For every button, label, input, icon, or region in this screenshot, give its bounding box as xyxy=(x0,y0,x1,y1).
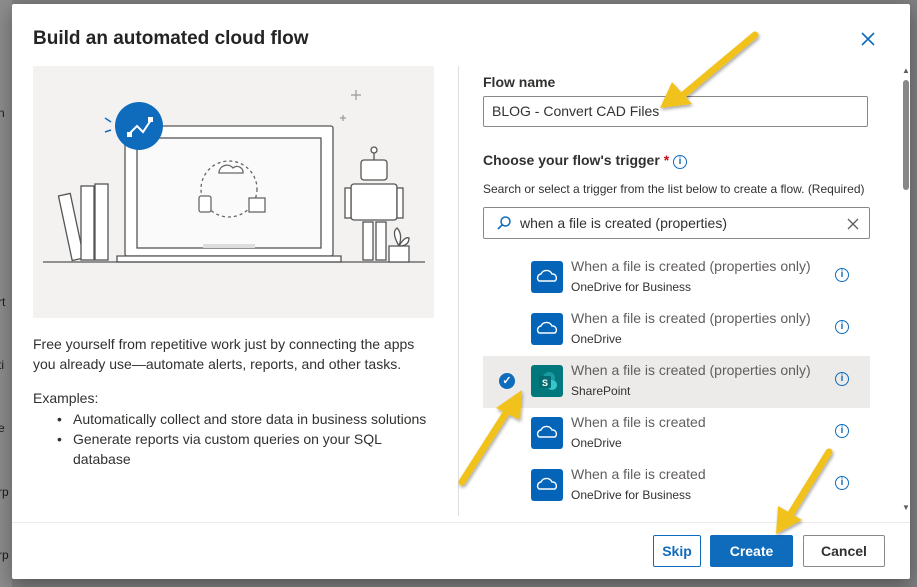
background-edge: n rt ti e rp rp xyxy=(0,0,12,587)
footer-divider xyxy=(12,522,910,523)
trigger-connector: OneDrive for Business xyxy=(571,280,692,294)
background-fragment: n xyxy=(0,106,5,120)
svg-text:S: S xyxy=(542,378,548,388)
scroll-down-icon[interactable]: ▼ xyxy=(902,503,910,512)
trigger-title: When a file is created (properties only) xyxy=(571,310,811,326)
scroll-thumb[interactable] xyxy=(903,80,909,190)
right-panel: Flow name BLOG - Convert CAD Files Choos… xyxy=(483,66,898,516)
info-icon[interactable]: i xyxy=(835,424,849,438)
background-fragment: rp xyxy=(0,485,9,499)
trigger-search-input[interactable]: when a file is created (properties) xyxy=(483,207,870,239)
sharepoint-icon: S xyxy=(531,365,563,397)
trigger-title: When a file is created xyxy=(571,414,706,430)
close-icon[interactable] xyxy=(858,30,878,50)
background-fragment: rp xyxy=(0,548,9,562)
panel-divider xyxy=(458,66,459,516)
search-value: when a file is created (properties) xyxy=(520,215,727,231)
info-icon[interactable]: i xyxy=(835,320,849,334)
trigger-connector: OneDrive for Business xyxy=(571,488,692,502)
background-fragment: ti xyxy=(0,358,4,372)
build-flow-dialog: Build an automated cloud flow Free yours… xyxy=(12,4,910,579)
trigger-title: When a file is created (properties only) xyxy=(571,258,811,274)
examples-label: Examples: xyxy=(33,390,99,406)
info-icon[interactable]: i xyxy=(835,268,849,282)
onedrive-icon xyxy=(531,417,563,449)
flow-name-label: Flow name xyxy=(483,74,556,90)
trigger-option[interactable]: When a file is created OneDrive for Busi… xyxy=(483,460,870,512)
flow-badge-icon xyxy=(104,102,163,150)
dialog-description: Free yourself from repetitive work just … xyxy=(33,336,415,372)
flow-name-input[interactable]: BLOG - Convert CAD Files xyxy=(483,96,868,127)
onedrive-icon xyxy=(531,261,563,293)
trigger-label: Choose your flow's trigger * xyxy=(483,152,669,168)
trigger-option[interactable]: When a file is created (properties only)… xyxy=(483,304,870,356)
trigger-list-scrollbar[interactable]: ▲ ▼ xyxy=(902,66,910,516)
trigger-label-text: Choose your flow's trigger xyxy=(483,152,660,168)
onedrive-icon xyxy=(531,313,563,345)
create-button[interactable]: Create xyxy=(710,535,793,567)
illustration xyxy=(33,66,434,318)
plant-illustration xyxy=(388,227,410,263)
books-illustration xyxy=(57,183,109,262)
robot-illustration xyxy=(344,146,404,261)
info-icon[interactable]: i xyxy=(835,476,849,490)
required-mark: * xyxy=(663,152,670,168)
search-icon xyxy=(496,215,512,236)
example-item: Automatically collect and store data in … xyxy=(54,409,434,429)
trigger-option[interactable]: When a file is created OneDrive i xyxy=(483,408,870,460)
onedrive-icon xyxy=(531,469,563,501)
info-icon[interactable]: i xyxy=(835,372,849,386)
cancel-button[interactable]: Cancel xyxy=(803,535,885,567)
skip-button[interactable]: Skip xyxy=(653,535,701,567)
trigger-title: When a file is created xyxy=(571,466,706,482)
trigger-hint: Search or select a trigger from the list… xyxy=(483,182,865,196)
info-icon[interactable]: i xyxy=(673,155,687,169)
checkmark-icon: ✓ xyxy=(499,373,515,389)
example-item: Generate reports via custom queries on y… xyxy=(54,429,434,469)
trigger-option[interactable]: When a file is created (properties only)… xyxy=(483,252,870,304)
clear-search-icon[interactable] xyxy=(846,212,860,236)
trigger-title: When a file is created (properties only) xyxy=(571,362,811,378)
trigger-connector: OneDrive xyxy=(571,332,622,346)
trigger-option-selected[interactable]: ✓ S When a file is created (properties o… xyxy=(483,356,870,408)
background-fragment: rt xyxy=(0,295,6,309)
trigger-connector: OneDrive xyxy=(571,436,622,450)
sparkle-decoration xyxy=(340,90,361,121)
examples-list: Automatically collect and store data in … xyxy=(54,409,434,469)
background-fragment: e xyxy=(0,421,5,435)
trigger-connector: SharePoint xyxy=(571,384,631,398)
scroll-up-icon[interactable]: ▲ xyxy=(902,66,910,75)
dialog-title: Build an automated cloud flow xyxy=(33,28,309,49)
